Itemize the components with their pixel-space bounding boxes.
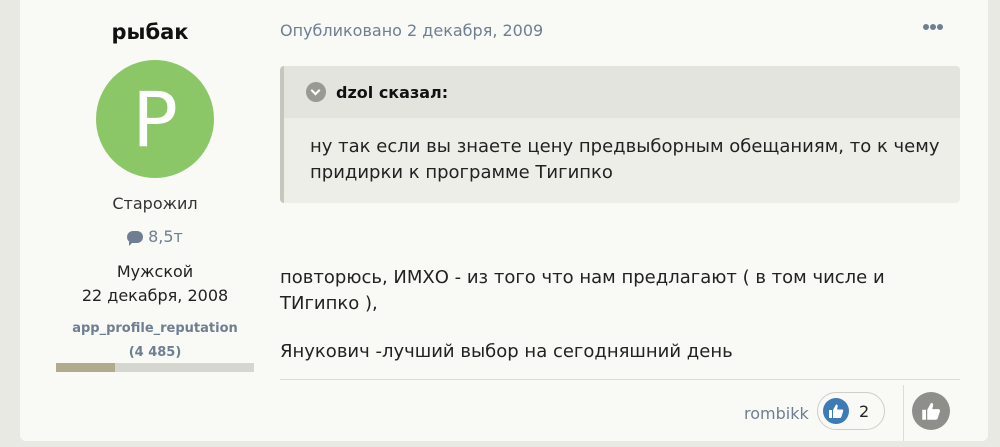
post-card: рыбак P Старожил 8,5т Мужской 22 декабря…: [20, 0, 988, 441]
ellipsis-icon[interactable]: [922, 20, 944, 34]
quote-author: dzol сказал:: [336, 83, 449, 102]
quote-block: dzol сказал: ну так если вы знаете цену …: [280, 66, 960, 203]
chevron-down-circle-icon[interactable]: [306, 82, 326, 102]
thumbs-up-icon: [922, 402, 941, 420]
author-post-count[interactable]: 8,5т: [20, 227, 290, 246]
thumbs-up-icon: [823, 398, 849, 424]
footer-divider: [280, 379, 960, 380]
quote-header: dzol сказал:: [284, 66, 960, 118]
reaction-divider: [903, 385, 904, 441]
reaction-count: 2: [859, 402, 870, 421]
quote-text: ну так если вы знаете цену предвыборным …: [310, 136, 940, 183]
reputation-label: app_profile_reputation: [72, 321, 238, 336]
post-count-value: 8,5т: [148, 227, 183, 246]
reaction-count-button[interactable]: 2: [817, 392, 885, 430]
reputation-bar-fill: [56, 363, 116, 372]
post-paragraph: повторюсь, ИМХО - из того что нам предла…: [280, 267, 885, 314]
author-rank: Старожил: [112, 194, 198, 213]
post-paragraph: Янукович -лучший выбор на сегодняшний де…: [280, 341, 733, 362]
post-content: повторюсь, ИМХО - из того что нам предла…: [280, 265, 920, 365]
post-date[interactable]: Опубликовано 2 декабря, 2009: [280, 21, 543, 40]
author-joined-date: 22 декабря, 2008: [81, 286, 229, 305]
author-panel: рыбак P Старожил 8,5т Мужской 22 декабря…: [20, 0, 280, 441]
author-name[interactable]: рыбак: [20, 20, 280, 44]
avatar[interactable]: P: [96, 60, 214, 178]
liked-by-user[interactable]: rombikk: [744, 404, 809, 423]
reputation-bar: [56, 363, 254, 372]
reputation-value: (4 485): [128, 345, 182, 360]
author-gender: Мужской: [116, 262, 194, 281]
avatar-letter: P: [132, 74, 178, 164]
comment-icon: [127, 231, 144, 246]
react-button[interactable]: [912, 392, 950, 430]
